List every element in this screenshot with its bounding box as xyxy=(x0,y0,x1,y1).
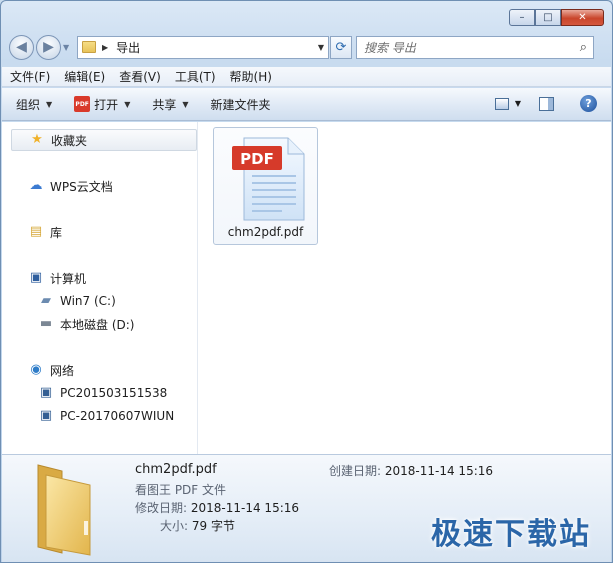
sidebar-item-label: 网络 xyxy=(50,363,75,378)
close-icon: ✕ xyxy=(578,12,587,23)
sidebar-item-wps-cloud[interactable]: ☁ WPS云文档 xyxy=(28,175,113,197)
sidebar-item-label: WPS云文档 xyxy=(50,179,113,194)
sidebar-item-computer[interactable]: ▣ 计算机 xyxy=(28,267,86,289)
pdf-app-icon: PDF xyxy=(74,96,91,112)
chevron-down-icon: ▼ xyxy=(46,99,53,109)
explorer-window: – □ ✕ ◀ ▶ ▼ ▶ 导出 ▼ ⟳ 搜索 导出 ⌕ 文件(F) 编辑(E)… xyxy=(0,0,613,563)
organize-button[interactable]: 组织 ▼ xyxy=(16,96,52,113)
network-computer-icon: ▣ xyxy=(39,408,53,423)
navigation-pane: ★ 收藏夹 ☁ WPS云文档 ▤ 库 ▣ 计算机 ▰ Win7 (C:) ▬ 本… xyxy=(2,122,198,454)
close-button[interactable]: ✕ xyxy=(561,9,604,26)
star-icon: ★ xyxy=(31,132,43,147)
file-name: chm2pdf.pdf xyxy=(227,225,304,239)
sidebar-item-favorites[interactable]: ★ 收藏夹 xyxy=(11,129,197,151)
back-button[interactable]: ◀ xyxy=(9,34,34,60)
sidebar-item-drive-d[interactable]: ▬ 本地磁盘 (D:) xyxy=(38,313,135,335)
created-value: 2018-11-14 15:16 xyxy=(384,464,494,478)
minimize-button[interactable]: – xyxy=(509,9,535,26)
network-computer-icon: ▣ xyxy=(39,385,53,400)
details-created: 创建日期: 2018-11-14 15:16 xyxy=(329,462,493,479)
refresh-icon: ⟳ xyxy=(335,39,347,55)
menu-tools[interactable]: 工具(T) xyxy=(175,68,216,85)
sidebar-item-library[interactable]: ▤ 库 xyxy=(28,221,62,243)
details-modified: 修改日期: 2018-11-14 15:16 xyxy=(135,499,299,516)
menu-file[interactable]: 文件(F) xyxy=(10,68,50,85)
menu-bar: 文件(F) 编辑(E) 查看(V) 工具(T) 帮助(H) xyxy=(2,67,611,87)
organize-label: 组织 xyxy=(16,97,41,112)
recent-pages-dropdown[interactable]: ▼ xyxy=(63,43,73,52)
sidebar-item-label: 收藏夹 xyxy=(51,133,88,148)
file-item[interactable]: PDF chm2pdf.pdf xyxy=(213,127,318,245)
folder-icon xyxy=(37,464,91,556)
details-pane: chm2pdf.pdf 看图王 PDF 文件 修改日期: 2018-11-14 … xyxy=(2,454,611,562)
size-value: 79 字节 xyxy=(191,519,235,533)
maximize-icon: □ xyxy=(543,12,553,23)
share-label: 共享 xyxy=(152,97,177,112)
command-bar-right: ▼ ? xyxy=(494,95,597,112)
library-icon: ▤ xyxy=(29,224,43,239)
windows-drive-icon: ▰ xyxy=(41,293,51,308)
cloud-icon: ☁ xyxy=(29,178,43,193)
command-bar: 组织 ▼ PDF 打开 ▼ 共享 ▼ 新建文件夹 ▼ ? xyxy=(2,88,611,121)
sidebar-item-network[interactable]: ◉ 网络 xyxy=(28,359,74,381)
preview-pane-icon[interactable] xyxy=(539,96,554,111)
back-arrow-icon: ◀ xyxy=(16,39,27,55)
share-button[interactable]: 共享 ▼ xyxy=(152,96,188,113)
modified-value: 2018-11-14 15:16 xyxy=(190,501,300,515)
sidebar-item-label: Win7 (C:) xyxy=(60,294,116,308)
new-folder-button[interactable]: 新建文件夹 xyxy=(211,96,271,113)
view-options-chevron-icon[interactable]: ▼ xyxy=(515,99,521,108)
details-size: 大小: 79 字节 xyxy=(160,517,235,534)
network-icon: ◉ xyxy=(30,362,42,377)
chevron-down-icon[interactable]: ▼ xyxy=(124,100,130,109)
sidebar-item-label: 本地磁盘 (D:) xyxy=(60,317,135,332)
forward-arrow-icon: ▶ xyxy=(43,39,54,55)
search-placeholder: 搜索 导出 xyxy=(364,40,416,55)
chevron-down-icon: ▼ xyxy=(182,99,189,109)
forward-button[interactable]: ▶ xyxy=(36,34,61,60)
main-content: ★ 收藏夹 ☁ WPS云文档 ▤ 库 ▣ 计算机 ▰ Win7 (C:) ▬ 本… xyxy=(2,122,611,454)
sidebar-item-drive-c[interactable]: ▰ Win7 (C:) xyxy=(38,290,116,312)
sidebar-item-label: PC201503151538 xyxy=(60,386,168,400)
minimize-icon: – xyxy=(519,12,525,23)
help-icon[interactable]: ? xyxy=(580,95,597,112)
menu-edit[interactable]: 编辑(E) xyxy=(64,68,105,85)
modified-label: 修改日期: xyxy=(135,501,188,515)
menu-view[interactable]: 查看(V) xyxy=(119,68,161,85)
sidebar-item-network-pc[interactable]: ▣ PC-20170607WIUN xyxy=(38,405,174,427)
open-label: 打开 xyxy=(94,97,119,112)
breadcrumb-current[interactable]: 导出 xyxy=(116,39,140,56)
file-list-pane[interactable]: PDF chm2pdf.pdf xyxy=(198,122,611,454)
site-watermark: 极速下载站 xyxy=(431,517,591,552)
size-label: 大小: xyxy=(160,519,189,533)
address-dropdown-icon[interactable]: ▼ xyxy=(318,43,324,52)
search-icon[interactable]: ⌕ xyxy=(580,40,587,55)
address-bar[interactable]: ▶ 导出 ▼ xyxy=(77,35,329,59)
details-file-type: 看图王 PDF 文件 xyxy=(135,483,227,497)
created-label: 创建日期: xyxy=(329,464,382,478)
sidebar-item-label: PC-20170607WIUN xyxy=(60,409,175,423)
breadcrumb-separator-icon[interactable]: ▶ xyxy=(102,43,108,52)
folder-icon xyxy=(82,41,96,53)
details-file-name: chm2pdf.pdf xyxy=(135,462,217,477)
pdf-file-icon: PDF xyxy=(232,137,305,221)
sidebar-item-label: 库 xyxy=(50,225,63,240)
menu-help[interactable]: 帮助(H) xyxy=(230,68,272,85)
maximize-button[interactable]: □ xyxy=(535,9,561,26)
sidebar-item-label: 计算机 xyxy=(50,271,87,286)
pdf-badge: PDF xyxy=(240,150,274,168)
refresh-button[interactable]: ⟳ xyxy=(330,35,352,59)
navigation-bar: ◀ ▶ ▼ ▶ 导出 ▼ ⟳ 搜索 导出 ⌕ xyxy=(9,34,604,60)
new-folder-label: 新建文件夹 xyxy=(210,97,271,112)
hard-drive-icon: ▬ xyxy=(39,316,53,331)
caption-buttons: – □ ✕ xyxy=(509,9,604,26)
open-button[interactable]: PDF 打开 ▼ xyxy=(74,96,130,113)
change-view-icon[interactable] xyxy=(494,97,509,110)
search-input[interactable]: 搜索 导出 ⌕ xyxy=(356,35,594,59)
computer-icon: ▣ xyxy=(29,270,43,285)
sidebar-item-network-pc[interactable]: ▣ PC201503151538 xyxy=(38,382,167,404)
